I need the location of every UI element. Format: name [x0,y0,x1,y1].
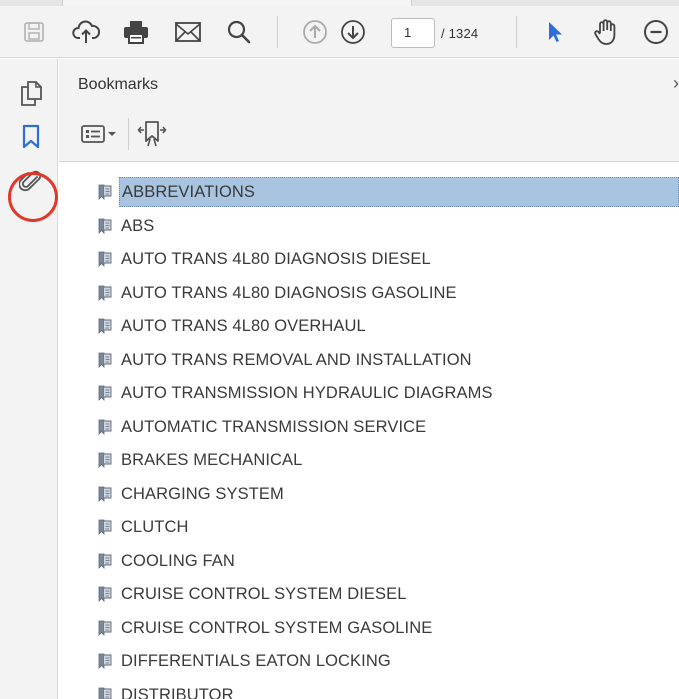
navigation-rail [0,59,58,699]
bookmark-page-icon [95,417,115,437]
bookmark-item[interactable]: CRUISE CONTROL SYSTEM GASOLINE [95,613,679,643]
bookmark-list: ABBREVIATIONS ABS AUTO TRANS 4L80 DIAGNOSI… [59,163,679,699]
bookmark-label: AUTO TRANSMISSION HYDRAULIC DIAGRAMS [121,384,493,402]
bookmark-item[interactable]: ABBREVIATIONS [95,177,679,207]
bookmark-page-icon [95,182,115,202]
expand-bookmark-icon[interactable] [135,119,169,149]
bookmark-item[interactable]: AUTO TRANS 4L80 DIAGNOSIS GASOLINE [95,278,679,308]
bookmark-label: CHARGING SYSTEM [121,484,284,503]
next-page-icon[interactable] [335,14,371,50]
bookmark-item[interactable]: DISTRIBUTOR [95,680,679,699]
bookmark-item[interactable]: AUTO TRANS 4L80 OVERHAUL [95,311,679,341]
hand-tool-icon[interactable] [588,14,624,50]
bookmarks-toolbar [59,107,679,162]
bookmark-page-icon [95,584,115,604]
bookmark-page-icon [95,350,115,370]
panel-title: Bookmarks [78,76,159,93]
save-icon[interactable] [16,14,52,50]
panel-header: Bookmarks › [59,59,679,107]
bookmarks-panel: Bookmarks › ABBREVIATIONS ABS AUTO TRANS 4… [59,59,679,699]
bookmark-item[interactable]: CLUTCH [95,512,679,542]
bookmark-label: AUTOMATIC TRANSMISSION SERVICE [121,417,427,436]
bookmark-item[interactable]: AUTO TRANS REMOVAL AND INSTALLATION [95,345,679,375]
bookmark-label: COOLING FAN [121,551,235,570]
bookmark-label: DISTRIBUTOR [121,685,234,699]
previous-page-icon[interactable] [297,14,333,50]
bookmark-label: AUTO TRANS 4L80 DIAGNOSIS GASOLINE [121,283,457,302]
options-menu-icon[interactable] [79,119,119,149]
bookmark-label: BRAKES MECHANICAL [121,451,303,469]
bookmark-label: DIFFERENTIALS EATON LOCKING [121,652,391,670]
attachment-icon[interactable] [14,164,48,198]
bookmark-item[interactable]: AUTO TRANSMISSION HYDRAULIC DIAGRAMS [95,378,679,408]
bookmark-item[interactable]: AUTOMATIC TRANSMISSION SERVICE [95,412,679,442]
print-icon[interactable] [118,14,154,50]
page-thumbnails-icon[interactable] [14,76,48,110]
bookmark-page-icon [95,651,115,671]
select-tool-icon[interactable] [537,14,573,50]
page-number-input[interactable]: 1 [391,18,435,48]
bookmark-page-icon [95,283,115,303]
bookmark-label: ABS [121,216,155,235]
bookmark-item[interactable]: AUTO TRANS 4L80 DIAGNOSIS DIESEL [95,244,679,274]
bookmark-page-icon [95,484,115,504]
bookmark-item[interactable]: CHARGING SYSTEM [95,479,679,509]
bookmark-page-icon [95,383,115,403]
cloud-upload-icon[interactable] [68,14,104,50]
bookmark-label: CLUTCH [121,518,189,536]
bookmark-label: AUTO TRANS 4L80 OVERHAUL [121,317,366,335]
bookmark-label: CRUISE CONTROL SYSTEM DIESEL [121,585,407,603]
bookmark-label: ABBREVIATIONS [119,177,679,207]
bookmark-page-icon [95,450,115,470]
bookmark-page-icon [95,316,115,336]
bookmark-item[interactable]: COOLING FAN [95,546,679,576]
bookmark-label: AUTO TRANS REMOVAL AND INSTALLATION [121,350,472,369]
zoom-out-icon[interactable] [638,14,674,50]
bookmark-page-icon [95,551,115,571]
search-icon[interactable] [221,14,257,50]
page-total: / 1324 [441,26,479,41]
bookmark-icon[interactable] [14,120,48,154]
bookmark-item[interactable]: CRUISE CONTROL SYSTEM DIESEL [95,579,679,609]
bookmark-item[interactable]: BRAKES MECHANICAL [95,445,679,475]
bookmark-page-icon [95,618,115,638]
bookmark-label: AUTO TRANS 4L80 DIAGNOSIS DIESEL [121,250,431,268]
bookmark-page-icon [95,517,115,537]
bookmark-page-icon [95,685,115,699]
panel-close-icon[interactable]: › [673,73,679,94]
email-icon[interactable] [170,14,206,50]
bookmark-item[interactable]: DIFFERENTIALS EATON LOCKING [95,646,679,676]
main-toolbar: 1 / 1324 [0,6,679,58]
bookmark-page-icon [95,216,115,236]
bookmark-item[interactable]: ABS [95,211,679,241]
bookmark-label: CRUISE CONTROL SYSTEM GASOLINE [121,618,433,637]
bookmark-page-icon [95,249,115,269]
